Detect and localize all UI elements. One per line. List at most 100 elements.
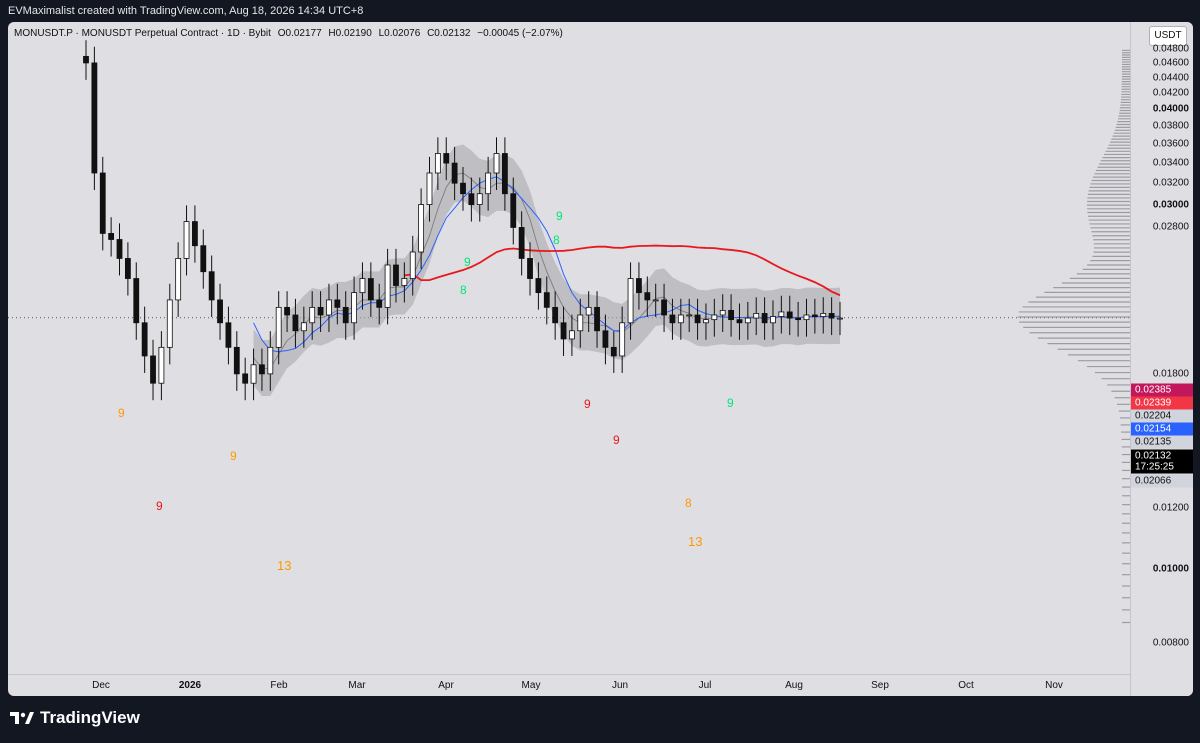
candle-body	[91, 62, 98, 174]
candle-body	[351, 292, 357, 324]
candle-body	[518, 227, 525, 259]
time-tick-label: May	[521, 680, 541, 691]
candle-body	[837, 317, 843, 320]
candle-body	[811, 314, 818, 317]
price-tick-label: 0.04800	[1152, 43, 1189, 55]
candle-body	[719, 309, 726, 316]
price-badge: 0.02385	[1131, 383, 1193, 397]
td-sequential-label: 9	[118, 406, 125, 420]
candle-body	[175, 258, 182, 301]
candle-body	[510, 193, 517, 228]
price-tick-label: 0.03800	[1152, 120, 1189, 132]
candle-body	[527, 258, 533, 279]
candle-body	[543, 292, 550, 308]
candle-body	[736, 319, 743, 324]
legend-symbol[interactable]: MONUSDT.P · MONUSDT Perpetual Contract ·…	[14, 28, 271, 39]
candle-body	[326, 299, 332, 316]
price-tick-label: 0.03000	[1152, 199, 1189, 211]
candle-body	[418, 204, 425, 253]
candle-body	[753, 313, 760, 319]
chart-frame[interactable]: 9 9 9 13 9 8 9 8 9 9 8 13 9 MONUSDT.P · MONUSDT Perp…	[8, 22, 1193, 696]
candle-body	[728, 309, 734, 321]
candle-body	[367, 278, 374, 301]
time-axis[interactable]: Dec 2026 Feb Mar Apr May Jun Jul Aug Sep Oct Nov	[8, 674, 1130, 696]
candle-body	[786, 311, 793, 319]
candle-body	[803, 314, 810, 321]
candle-body	[300, 322, 307, 332]
price-badge: 0.02154	[1131, 422, 1193, 436]
candle-body	[535, 278, 542, 294]
candle-body	[560, 322, 567, 340]
legend-change: −0.00045 (−2.07%)	[477, 28, 563, 39]
candle-body	[150, 355, 156, 384]
candle-body	[309, 306, 316, 324]
candle-body	[703, 319, 709, 324]
time-tick-label: Mar	[348, 680, 366, 691]
candle-body	[627, 278, 634, 324]
candle-body	[250, 364, 257, 384]
time-tick-label: Feb	[270, 680, 288, 691]
time-tick-label: Nov	[1045, 680, 1063, 691]
candle-body	[124, 258, 131, 279]
td-sequential-label: 9	[156, 499, 163, 513]
candle-body	[594, 306, 600, 332]
candle-body	[83, 55, 89, 64]
candle-body	[569, 330, 575, 340]
candle-body	[619, 322, 626, 357]
candle-body	[434, 153, 441, 174]
price-tick-label: 0.00800	[1152, 637, 1189, 649]
candle-body	[334, 299, 341, 308]
candle-body	[141, 322, 148, 357]
candle-body	[493, 153, 500, 174]
candle-body	[828, 313, 835, 319]
candle-body	[133, 278, 140, 324]
ma-slow-line	[404, 244, 841, 297]
td-sequential-label: 9	[230, 449, 237, 463]
candle-body	[217, 299, 223, 324]
chart-legend: MONUSDT.P · MONUSDT Perpetual Contract ·…	[14, 28, 567, 39]
candle-body	[342, 306, 349, 324]
td-sequential-label: 8	[685, 496, 692, 510]
candle-body	[636, 278, 642, 294]
candle-body	[233, 346, 240, 375]
candle-body	[795, 317, 802, 321]
td-sequential-label: 13	[277, 558, 291, 573]
td-sequential-label: 9	[613, 433, 620, 447]
candle-body	[99, 172, 106, 234]
brand-logo: TradingView	[10, 708, 140, 728]
price-tick-label: 0.04200	[1152, 87, 1189, 99]
tradingview-logo-icon	[10, 712, 34, 724]
price-tick-label: 0.04400	[1152, 72, 1189, 84]
td-sequential-label: 8	[553, 233, 560, 247]
candle-body	[166, 299, 173, 348]
candle-body	[644, 292, 651, 301]
price-tick-label: 0.03400	[1152, 157, 1189, 169]
candle-body	[317, 306, 324, 316]
price-tick-label: 0.01000	[1152, 563, 1189, 575]
candle-body	[652, 299, 659, 302]
price-tick-label: 0.03200	[1152, 177, 1189, 189]
candle-body	[460, 182, 466, 195]
td-sequential-label: 9	[556, 209, 563, 223]
td-sequential-label: 9	[727, 396, 734, 410]
price-badge: 0.02339	[1131, 396, 1193, 410]
candle-body	[158, 346, 165, 384]
price-axis[interactable]: USDT 0.04800 0.04600 0.04400 0.04200 0.04000…	[1130, 22, 1193, 696]
price-tick-label: 0.04600	[1152, 57, 1189, 69]
td-sequential-label: 9	[464, 255, 471, 269]
price-badge: 0.02204	[1131, 409, 1193, 423]
candle-body	[401, 278, 408, 286]
candle-body	[108, 233, 115, 240]
time-tick-label: Dec	[92, 680, 110, 691]
legend-close: C0.02132	[427, 28, 471, 39]
time-tick-label: 2026	[178, 680, 202, 691]
candle-body	[275, 306, 282, 348]
candle-body	[669, 314, 676, 324]
price-badge: 0.02066	[1131, 474, 1193, 488]
candle-body	[694, 314, 701, 324]
candle-body	[778, 311, 785, 317]
td-sequential-label: 9	[584, 397, 591, 411]
price-chart[interactable]: 9 9 9 13 9 8 9 8 9 9 8 13 9	[8, 22, 1130, 674]
price-tick-label: 0.01800	[1152, 368, 1189, 380]
legend-low: L0.02076	[378, 28, 421, 39]
